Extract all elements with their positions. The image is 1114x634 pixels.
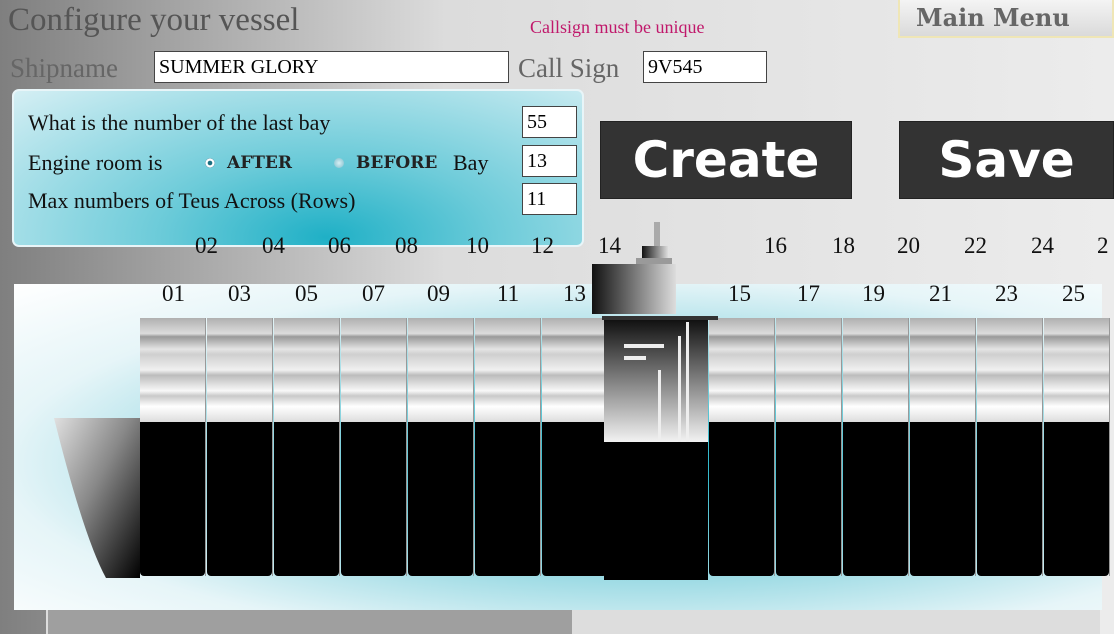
last-bay-label: What is the number of the last bay <box>28 110 331 135</box>
bay-column[interactable] <box>408 318 474 576</box>
callsign-label: Call Sign <box>518 53 620 83</box>
bay-column[interactable] <box>977 318 1043 576</box>
bay-label-even: 18 <box>832 233 855 258</box>
bay-label-odd: 05 <box>295 281 318 306</box>
last-bay-input[interactable] <box>522 106 577 138</box>
bay-label-odd: 03 <box>228 281 251 306</box>
bay-label-odd: 21 <box>929 281 952 306</box>
rows-label: Max numbers of Teus Across (Rows) <box>28 188 356 213</box>
bay-label-odd: 13 <box>563 281 586 306</box>
bay-label-even: 02 <box>195 233 218 258</box>
bay-label-even: 06 <box>328 233 351 258</box>
shipname-label: Shipname <box>10 53 118 83</box>
bay-column[interactable] <box>776 318 842 576</box>
bay-column[interactable] <box>274 318 340 576</box>
before-label: BEFORE <box>356 153 438 173</box>
bay-label-even: 12 <box>531 233 554 258</box>
create-button[interactable]: Create <box>600 121 852 199</box>
callsign-input[interactable] <box>643 51 767 83</box>
engine-room-label: Engine room is <box>28 150 163 175</box>
bay-label-odd: 23 <box>995 281 1018 306</box>
bay-column[interactable] <box>207 318 273 576</box>
bay-column[interactable] <box>475 318 541 576</box>
bay-label-odd: 01 <box>162 281 185 306</box>
after-radio[interactable] <box>205 158 215 168</box>
bay-column[interactable] <box>1044 318 1110 576</box>
bay-label-even: 24 <box>1031 233 1054 258</box>
page-title: Configure your vessel <box>8 2 300 38</box>
bay-column[interactable] <box>910 318 976 576</box>
callsign-warning: Callsign must be unique <box>530 17 705 37</box>
bay-label-even: 2 <box>1097 233 1109 258</box>
bay-label-even: 10 <box>466 233 489 258</box>
bay-label-odd: 09 <box>427 281 450 306</box>
bay-label-odd: 11 <box>497 281 520 306</box>
bay-label-even: 22 <box>964 233 987 258</box>
bay-label-odd: 15 <box>728 281 751 306</box>
bay-label-odd: 17 <box>797 281 820 306</box>
bay-label-odd: 07 <box>362 281 385 306</box>
ship-bow <box>54 418 140 578</box>
bay-label-even: 08 <box>395 233 418 258</box>
save-button[interactable]: Save <box>899 121 1114 199</box>
bay-label-even: 04 <box>262 233 285 258</box>
bay-label-even: 20 <box>897 233 920 258</box>
progress-fill <box>48 610 572 634</box>
bay-column[interactable] <box>843 318 909 576</box>
after-label: AFTER <box>227 153 292 173</box>
bay-column[interactable] <box>140 318 206 576</box>
bay-label-odd: 19 <box>862 281 885 306</box>
engine-hull <box>604 440 708 580</box>
bay-label-even: 16 <box>764 233 787 258</box>
shipname-input[interactable] <box>154 51 509 83</box>
bay-label-odd: 25 <box>1062 281 1085 306</box>
before-radio[interactable] <box>334 158 344 168</box>
bay-column[interactable] <box>341 318 407 576</box>
bay-label: Bay <box>453 150 489 175</box>
engine-room-superstructure <box>592 222 718 442</box>
main-menu-button[interactable]: Main Menu <box>898 0 1114 38</box>
engine-bay-input[interactable] <box>522 145 577 177</box>
rows-input[interactable] <box>522 183 577 215</box>
